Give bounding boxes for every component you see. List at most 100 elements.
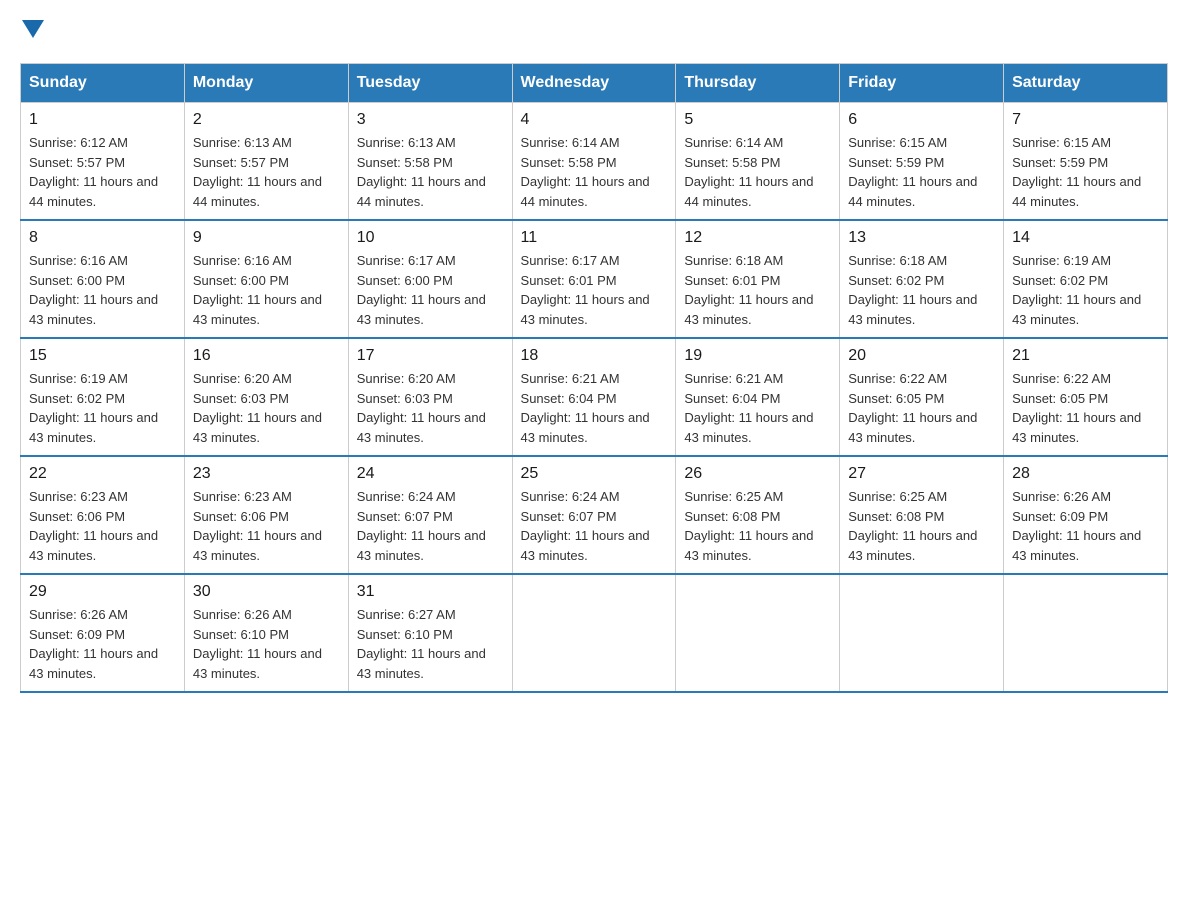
header-thursday: Thursday [676, 64, 840, 103]
day-number: 2 [193, 111, 340, 129]
header-monday: Monday [184, 64, 348, 103]
day-info: Sunrise: 6:22 AM Sunset: 6:05 PM Dayligh… [848, 369, 995, 447]
day-info: Sunrise: 6:25 AM Sunset: 6:08 PM Dayligh… [684, 487, 831, 565]
day-number: 15 [29, 347, 176, 365]
day-info: Sunrise: 6:26 AM Sunset: 6:09 PM Dayligh… [1012, 487, 1159, 565]
day-info: Sunrise: 6:17 AM Sunset: 6:00 PM Dayligh… [357, 251, 504, 329]
calendar-cell: 22 Sunrise: 6:23 AM Sunset: 6:06 PM Dayl… [21, 456, 185, 574]
calendar-cell: 9 Sunrise: 6:16 AM Sunset: 6:00 PM Dayli… [184, 220, 348, 338]
calendar-week-row: 29 Sunrise: 6:26 AM Sunset: 6:09 PM Dayl… [21, 574, 1168, 692]
calendar-cell: 30 Sunrise: 6:26 AM Sunset: 6:10 PM Dayl… [184, 574, 348, 692]
day-number: 21 [1012, 347, 1159, 365]
day-number: 27 [848, 465, 995, 483]
day-number: 10 [357, 229, 504, 247]
calendar-week-row: 15 Sunrise: 6:19 AM Sunset: 6:02 PM Dayl… [21, 338, 1168, 456]
calendar-cell: 7 Sunrise: 6:15 AM Sunset: 5:59 PM Dayli… [1004, 103, 1168, 221]
day-info: Sunrise: 6:17 AM Sunset: 6:01 PM Dayligh… [521, 251, 668, 329]
day-number: 12 [684, 229, 831, 247]
day-number: 1 [29, 111, 176, 129]
calendar-cell: 23 Sunrise: 6:23 AM Sunset: 6:06 PM Dayl… [184, 456, 348, 574]
day-info: Sunrise: 6:13 AM Sunset: 5:57 PM Dayligh… [193, 133, 340, 211]
calendar-cell: 5 Sunrise: 6:14 AM Sunset: 5:58 PM Dayli… [676, 103, 840, 221]
day-number: 31 [357, 583, 504, 601]
calendar-cell [1004, 574, 1168, 692]
header-sunday: Sunday [21, 64, 185, 103]
calendar-cell: 17 Sunrise: 6:20 AM Sunset: 6:03 PM Dayl… [348, 338, 512, 456]
calendar-cell: 13 Sunrise: 6:18 AM Sunset: 6:02 PM Dayl… [840, 220, 1004, 338]
day-info: Sunrise: 6:26 AM Sunset: 6:10 PM Dayligh… [193, 605, 340, 683]
day-info: Sunrise: 6:24 AM Sunset: 6:07 PM Dayligh… [357, 487, 504, 565]
calendar-cell: 10 Sunrise: 6:17 AM Sunset: 6:00 PM Dayl… [348, 220, 512, 338]
day-number: 17 [357, 347, 504, 365]
day-number: 11 [521, 229, 668, 247]
day-number: 20 [848, 347, 995, 365]
day-info: Sunrise: 6:15 AM Sunset: 5:59 PM Dayligh… [848, 133, 995, 211]
calendar-cell: 1 Sunrise: 6:12 AM Sunset: 5:57 PM Dayli… [21, 103, 185, 221]
calendar-cell: 31 Sunrise: 6:27 AM Sunset: 6:10 PM Dayl… [348, 574, 512, 692]
day-info: Sunrise: 6:14 AM Sunset: 5:58 PM Dayligh… [684, 133, 831, 211]
day-number: 30 [193, 583, 340, 601]
day-number: 24 [357, 465, 504, 483]
calendar-cell [512, 574, 676, 692]
day-number: 22 [29, 465, 176, 483]
day-number: 16 [193, 347, 340, 365]
calendar-cell: 19 Sunrise: 6:21 AM Sunset: 6:04 PM Dayl… [676, 338, 840, 456]
calendar-week-row: 8 Sunrise: 6:16 AM Sunset: 6:00 PM Dayli… [21, 220, 1168, 338]
calendar-cell: 27 Sunrise: 6:25 AM Sunset: 6:08 PM Dayl… [840, 456, 1004, 574]
header-tuesday: Tuesday [348, 64, 512, 103]
calendar-cell: 3 Sunrise: 6:13 AM Sunset: 5:58 PM Dayli… [348, 103, 512, 221]
calendar-cell: 14 Sunrise: 6:19 AM Sunset: 6:02 PM Dayl… [1004, 220, 1168, 338]
calendar-cell: 8 Sunrise: 6:16 AM Sunset: 6:00 PM Dayli… [21, 220, 185, 338]
day-info: Sunrise: 6:20 AM Sunset: 6:03 PM Dayligh… [193, 369, 340, 447]
day-info: Sunrise: 6:21 AM Sunset: 6:04 PM Dayligh… [521, 369, 668, 447]
day-info: Sunrise: 6:19 AM Sunset: 6:02 PM Dayligh… [1012, 251, 1159, 329]
day-info: Sunrise: 6:12 AM Sunset: 5:57 PM Dayligh… [29, 133, 176, 211]
calendar-cell: 12 Sunrise: 6:18 AM Sunset: 6:01 PM Dayl… [676, 220, 840, 338]
calendar-cell: 28 Sunrise: 6:26 AM Sunset: 6:09 PM Dayl… [1004, 456, 1168, 574]
day-info: Sunrise: 6:21 AM Sunset: 6:04 PM Dayligh… [684, 369, 831, 447]
calendar-cell: 4 Sunrise: 6:14 AM Sunset: 5:58 PM Dayli… [512, 103, 676, 221]
calendar-cell: 16 Sunrise: 6:20 AM Sunset: 6:03 PM Dayl… [184, 338, 348, 456]
day-info: Sunrise: 6:16 AM Sunset: 6:00 PM Dayligh… [29, 251, 176, 329]
day-number: 26 [684, 465, 831, 483]
header-friday: Friday [840, 64, 1004, 103]
calendar-cell: 24 Sunrise: 6:24 AM Sunset: 6:07 PM Dayl… [348, 456, 512, 574]
day-number: 9 [193, 229, 340, 247]
header-saturday: Saturday [1004, 64, 1168, 103]
day-info: Sunrise: 6:18 AM Sunset: 6:01 PM Dayligh… [684, 251, 831, 329]
day-info: Sunrise: 6:25 AM Sunset: 6:08 PM Dayligh… [848, 487, 995, 565]
day-number: 14 [1012, 229, 1159, 247]
day-info: Sunrise: 6:23 AM Sunset: 6:06 PM Dayligh… [193, 487, 340, 565]
calendar-cell [676, 574, 840, 692]
logo [20, 20, 44, 43]
calendar-cell: 20 Sunrise: 6:22 AM Sunset: 6:05 PM Dayl… [840, 338, 1004, 456]
day-number: 19 [684, 347, 831, 365]
day-info: Sunrise: 6:24 AM Sunset: 6:07 PM Dayligh… [521, 487, 668, 565]
header-wednesday: Wednesday [512, 64, 676, 103]
day-number: 29 [29, 583, 176, 601]
day-number: 6 [848, 111, 995, 129]
calendar-cell: 26 Sunrise: 6:25 AM Sunset: 6:08 PM Dayl… [676, 456, 840, 574]
day-number: 18 [521, 347, 668, 365]
day-info: Sunrise: 6:20 AM Sunset: 6:03 PM Dayligh… [357, 369, 504, 447]
day-info: Sunrise: 6:15 AM Sunset: 5:59 PM Dayligh… [1012, 133, 1159, 211]
calendar-table: SundayMondayTuesdayWednesdayThursdayFrid… [20, 63, 1168, 693]
day-info: Sunrise: 6:23 AM Sunset: 6:06 PM Dayligh… [29, 487, 176, 565]
day-number: 28 [1012, 465, 1159, 483]
day-number: 4 [521, 111, 668, 129]
calendar-cell: 11 Sunrise: 6:17 AM Sunset: 6:01 PM Dayl… [512, 220, 676, 338]
day-info: Sunrise: 6:14 AM Sunset: 5:58 PM Dayligh… [521, 133, 668, 211]
calendar-cell: 2 Sunrise: 6:13 AM Sunset: 5:57 PM Dayli… [184, 103, 348, 221]
day-number: 5 [684, 111, 831, 129]
calendar-cell: 18 Sunrise: 6:21 AM Sunset: 6:04 PM Dayl… [512, 338, 676, 456]
day-info: Sunrise: 6:22 AM Sunset: 6:05 PM Dayligh… [1012, 369, 1159, 447]
calendar-cell [840, 574, 1004, 692]
day-number: 3 [357, 111, 504, 129]
calendar-cell: 15 Sunrise: 6:19 AM Sunset: 6:02 PM Dayl… [21, 338, 185, 456]
day-number: 23 [193, 465, 340, 483]
calendar-week-row: 1 Sunrise: 6:12 AM Sunset: 5:57 PM Dayli… [21, 103, 1168, 221]
calendar-cell: 6 Sunrise: 6:15 AM Sunset: 5:59 PM Dayli… [840, 103, 1004, 221]
day-info: Sunrise: 6:18 AM Sunset: 6:02 PM Dayligh… [848, 251, 995, 329]
logo-triangle-icon [22, 20, 44, 43]
day-number: 13 [848, 229, 995, 247]
